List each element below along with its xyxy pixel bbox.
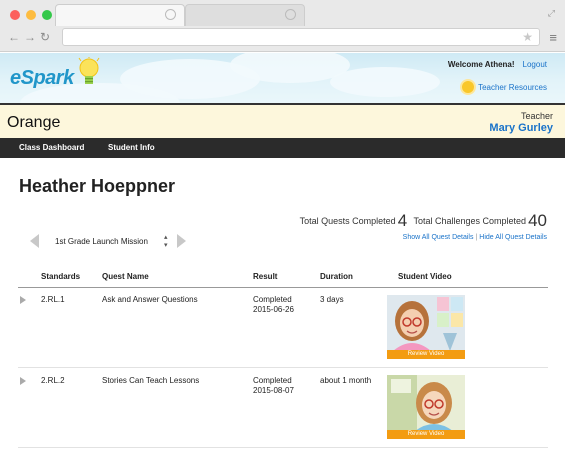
mission-selector: 1st Grade Launch Mission ▴ ▾: [30, 233, 187, 249]
select-caret-icon: ▴ ▾: [163, 234, 168, 249]
welcome-area: Welcome Athena! Logout: [448, 60, 547, 69]
standard-cell: 2.RL.2: [41, 376, 65, 385]
result-cell: Completed: [253, 376, 292, 385]
forward-arrow-icon[interactable]: →: [24, 30, 40, 44]
close-tab-icon[interactable]: [285, 9, 296, 20]
bookmark-star-icon[interactable]: ★: [522, 30, 533, 44]
logout-link[interactable]: Logout: [523, 60, 547, 69]
maximize-window-button[interactable]: [42, 10, 52, 20]
header-result: Result: [253, 272, 278, 281]
teacher-label: Teacher: [520, 111, 553, 121]
student-video-thumbnail[interactable]: Review Video: [387, 295, 465, 359]
mission-select[interactable]: 1st Grade Launch Mission ▴ ▾: [55, 233, 167, 249]
lightbulb-icon: [78, 57, 100, 84]
quest-name-cell: Stories Can Teach Lessons: [102, 376, 200, 385]
browser-tab-active[interactable]: [55, 4, 185, 26]
previous-mission-arrow-icon[interactable]: [30, 234, 39, 248]
student-photo: [387, 295, 465, 351]
welcome-text: Welcome Athena!: [447, 60, 515, 69]
review-video-button[interactable]: Review Video: [387, 350, 465, 359]
header-duration: Duration: [320, 272, 353, 281]
fullscreen-icon[interactable]: ⤢: [548, 8, 555, 19]
next-mission-arrow-icon[interactable]: [177, 234, 187, 248]
close-window-button[interactable]: [10, 10, 20, 20]
address-bar[interactable]: ★: [62, 28, 540, 46]
class-name: Orange: [7, 114, 61, 131]
challenges-completed-label: Total Challenges Completed: [413, 216, 527, 226]
teacher-resources-link[interactable]: Teacher Resources: [462, 81, 547, 93]
close-tab-icon[interactable]: [165, 9, 176, 20]
class-bar: Orange Teacher Mary Gurley: [0, 103, 565, 138]
review-video-button[interactable]: Review Video: [387, 430, 465, 439]
totals-summary: Total Quests Completed 4 Total Challenges…: [300, 211, 547, 231]
quests-completed-value: 4: [397, 211, 408, 230]
show-all-details-link[interactable]: Show All Quest Details: [403, 234, 474, 241]
teacher-name[interactable]: Mary Gurley: [489, 122, 553, 134]
table-row: 2.RL.1 Ask and Answer Questions Complete…: [18, 288, 548, 368]
student-video-thumbnail[interactable]: Review Video: [387, 375, 465, 439]
hide-all-details-link[interactable]: Hide All Quest Details: [479, 234, 547, 241]
result-date-cell: 2015-06-26: [253, 305, 294, 314]
student-name: Heather Hoeppner: [19, 176, 176, 196]
browser-menu-icon[interactable]: ≡: [549, 30, 557, 45]
window-controls: [10, 10, 52, 20]
browser-nav-arrows: ←→↻: [8, 30, 54, 44]
quest-name-cell: Ask and Answer Questions: [102, 295, 198, 304]
nav-class-dashboard[interactable]: Class Dashboard: [19, 143, 84, 152]
minimize-window-button[interactable]: [26, 10, 36, 20]
expand-row-icon[interactable]: [20, 296, 26, 304]
nav-student-info[interactable]: Student Info: [108, 143, 155, 152]
standard-cell: 2.RL.1: [41, 295, 65, 304]
mission-select-value: 1st Grade Launch Mission: [55, 236, 148, 246]
site-banner: eSpark Welcome Athena! Logout Teacher Res…: [0, 53, 565, 103]
sun-icon: [462, 81, 475, 93]
quest-detail-links: Show All Quest Details | Hide All Quest De…: [403, 234, 547, 241]
espark-logo[interactable]: eSpark: [10, 67, 74, 90]
back-arrow-icon[interactable]: ←: [8, 30, 24, 44]
quests-completed-label: Total Quests Completed: [299, 216, 396, 226]
expand-row-icon[interactable]: [20, 377, 26, 385]
header-quest-name: Quest Name: [102, 272, 149, 281]
browser-chrome: ⤢ ←→↻ ★ ≡: [0, 0, 565, 52]
reload-icon[interactable]: ↻: [40, 30, 54, 44]
header-student-video: Student Video: [398, 272, 452, 281]
table-row: 2.RL.2 Stories Can Teach Lessons Complet…: [18, 368, 548, 448]
challenges-completed-value: 40: [528, 211, 547, 230]
duration-cell: 3 days: [320, 295, 344, 304]
result-cell: Completed: [253, 295, 292, 304]
student-photo: [387, 375, 465, 431]
result-date-cell: 2015-08-07: [253, 386, 294, 395]
link-separator: |: [475, 234, 478, 241]
main-nav: Class Dashboard Student Info: [0, 138, 565, 158]
teacher-resources-label: Teacher Resources: [478, 82, 547, 92]
browser-tab[interactable]: [185, 4, 305, 26]
header-standards: Standards: [41, 272, 81, 281]
quest-table-header: Standards Quest Name Result Duration Stu…: [18, 270, 548, 288]
duration-cell: about 1 month: [320, 376, 372, 385]
